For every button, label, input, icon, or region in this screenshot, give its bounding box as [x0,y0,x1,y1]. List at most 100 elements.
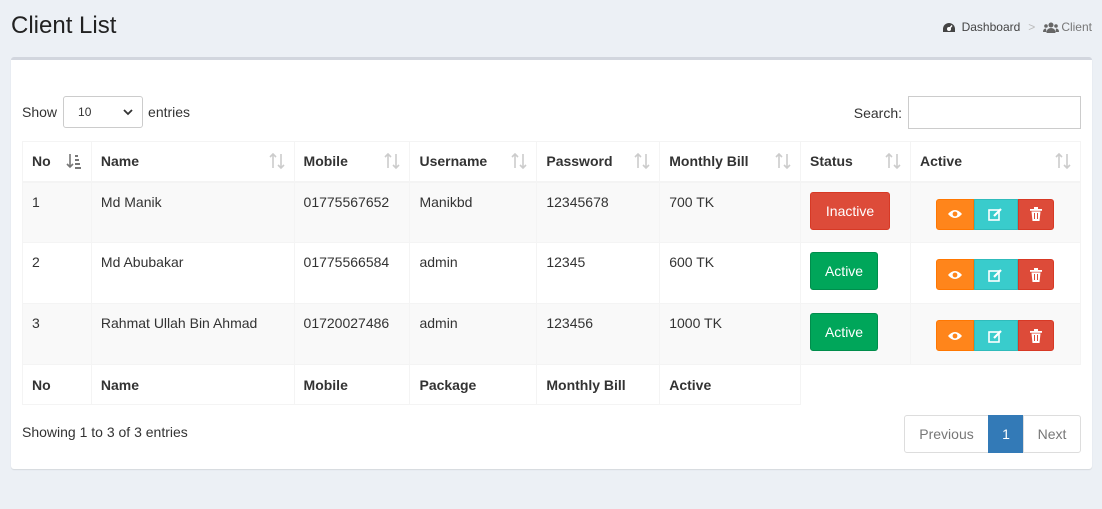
sort-icon [885,152,901,170]
search-label: Search: [853,104,902,121]
cell-name: Rahmat Ullah Bin Ahmad [90,303,295,365]
dashboard-icon [942,22,955,32]
footer-monthly-bill: Monthly Bill [536,364,661,405]
table-footer-row: No Name Mobile Package Monthly Bill Acti… [22,364,1081,405]
eye-icon [947,270,962,279]
cell-actions [909,181,1082,243]
cell-mobile: 01775566584 [293,242,411,304]
cell-bill: 600 TK [659,242,802,304]
sort-icon [268,152,285,170]
cell-bill: 700 TK [659,181,802,243]
column-header-active[interactable]: Active [909,141,1082,183]
status-inactive-button[interactable]: Inactive [810,191,891,230]
row-actions [935,259,1071,290]
edit-icon [988,268,1003,282]
eye-icon [947,331,962,340]
table-row: 3 Rahmat Ullah Bin Ahmad 01720027486 adm… [22,303,1082,365]
view-button[interactable] [935,320,974,351]
delete-button[interactable] [1017,259,1054,290]
footer-empty [910,364,1081,405]
next-page-button[interactable]: Next [1023,415,1081,453]
search-input[interactable] [908,96,1081,129]
status-active-button[interactable]: Active [810,252,879,290]
sort-icon [634,152,650,170]
column-header-status[interactable]: Status [800,141,911,183]
entries-length-control: Show 10 entries [22,96,190,128]
delete-button[interactable] [1017,198,1054,230]
page-1-button[interactable]: 1 [988,415,1024,453]
cell-bill: 1000 TK [659,303,802,365]
cell-actions [909,303,1082,365]
sort-icon [775,152,791,170]
edit-button[interactable] [973,320,1018,351]
cell-status: Active [800,242,911,304]
sort-icon [1055,152,1071,170]
entries-select-value: 10 [78,105,92,119]
row-actions [935,198,1071,230]
table-row: 2 Md Abubakar 01775566584 admin 12345 60… [22,242,1082,304]
entries-select[interactable]: 10 [63,96,144,128]
breadcrumb-current: Client [1043,20,1092,34]
entries-prefix: Show [22,104,58,120]
column-header-username[interactable]: Username [409,141,538,183]
sort-asc-icon [66,154,81,169]
trash-icon [1029,267,1042,282]
edit-button[interactable] [973,198,1018,230]
cell-username: admin [409,242,538,304]
view-button[interactable] [935,198,974,230]
cell-password: 123456 [536,303,661,365]
row-actions [935,320,1071,351]
delete-button[interactable] [1017,320,1054,351]
edit-button[interactable] [973,259,1018,290]
users-icon [1043,22,1060,33]
view-button[interactable] [935,259,974,290]
trash-icon [1029,207,1042,221]
breadcrumb: Dashboard > Client [942,20,1092,34]
column-header-monthly-bill[interactable]: Monthly Bill [659,141,802,183]
cell-mobile: 01720027486 [293,303,411,365]
status-active-button[interactable]: Active [810,313,879,351]
breadcrumb-current-label: Client [1061,20,1092,34]
column-header-no[interactable]: No [22,141,92,183]
footer-package: Package [409,364,538,405]
chevron-down-icon [123,109,133,116]
cell-password: 12345678 [536,181,661,243]
footer-active: Active [659,364,802,405]
sort-icon [384,152,401,170]
cell-password: 12345 [536,242,661,304]
search-control: Search: [854,96,1081,129]
breadcrumb-separator: > [1028,20,1036,34]
cell-username: admin [409,303,538,365]
cell-actions [909,242,1082,304]
cell-no: 3 [22,303,92,365]
column-header-mobile[interactable]: Mobile [293,141,411,183]
sort-icon [511,152,527,170]
cell-mobile: 01775567652 [293,181,411,243]
cell-no: 1 [22,181,92,243]
table-row: 1 Md Manik 01775567652 Manikbd 12345678 … [22,181,1082,243]
edit-icon [988,329,1003,343]
table-header-row: No Name Mobile Username Password Monthly… [22,141,1082,183]
cell-name: Md Manik [90,181,295,243]
page-title: Client List [11,12,117,39]
footer-no: No [22,364,92,405]
cell-name: Md Abubakar [90,242,295,304]
edit-icon [988,208,1003,221]
client-table: No Name Mobile Username Password Monthly… [22,141,1082,405]
trash-icon [1029,328,1042,343]
breadcrumb-home[interactable]: Dashboard [942,20,1021,34]
cell-no: 2 [22,242,92,304]
column-header-password[interactable]: Password [536,141,661,183]
previous-page-button[interactable]: Previous [904,415,989,453]
eye-icon [947,210,962,218]
cell-username: Manikbd [409,181,538,243]
column-header-name[interactable]: Name [90,141,295,183]
breadcrumb-home-label: Dashboard [961,20,1021,34]
cell-status: Inactive [800,181,911,243]
content-header: Client List Dashboard > Client [11,0,1102,56]
cell-status: Active [800,303,911,365]
entries-suffix: entries [148,104,191,120]
footer-mobile: Mobile [293,364,411,405]
table-info: Showing 1 to 3 of 3 entries [22,424,188,440]
client-list-box: Show 10 entries Search: No Name Mobile U… [11,57,1092,469]
